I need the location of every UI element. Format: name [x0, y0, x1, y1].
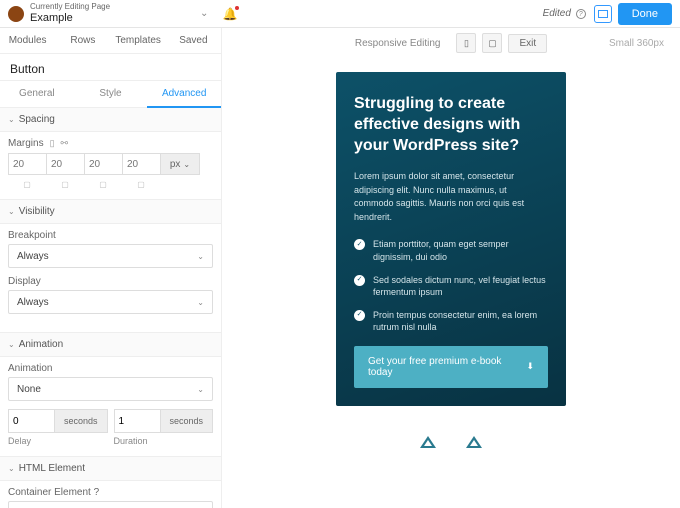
- layout-icon[interactable]: [594, 5, 612, 23]
- logo-icon: [420, 436, 436, 450]
- container-element-select[interactable]: <div>⌄: [8, 501, 213, 508]
- page-title-block[interactable]: Currently Editing Page Example: [30, 3, 110, 24]
- subtab-general[interactable]: General: [0, 81, 74, 107]
- link-icon[interactable]: ⚯: [61, 138, 69, 149]
- list-item: ✓Sed sodales dictum nunc, vel feugiat le…: [354, 274, 548, 299]
- container-element-label: Container Element ?: [8, 487, 213, 498]
- duration-label: Duration: [114, 436, 214, 446]
- animation-label: Animation: [8, 363, 213, 374]
- preview-bullets: ✓Etiam porttitor, quam eget semper digni…: [354, 238, 548, 334]
- chevron-down-icon: ⌄: [8, 115, 15, 124]
- edited-label: Edited ?: [543, 8, 586, 19]
- help-icon[interactable]: ?: [94, 487, 100, 498]
- settings-sidebar: Modules Rows Templates Saved Button Gene…: [0, 28, 222, 508]
- chevron-down-icon: ⌄: [8, 340, 15, 349]
- margin-right-input[interactable]: [46, 153, 84, 175]
- context-label: Currently Editing Page: [30, 3, 110, 12]
- notifications-icon[interactable]: 🔔: [222, 7, 237, 21]
- device-tablet-icon[interactable]: ▢: [482, 33, 502, 53]
- download-icon: ⬇: [526, 361, 534, 372]
- section-spacing[interactable]: ⌄Spacing: [0, 108, 221, 132]
- margin-left-input[interactable]: [122, 153, 160, 175]
- logo-icon: [466, 436, 482, 450]
- check-icon: ✓: [354, 310, 365, 321]
- section-animation[interactable]: ⌄Animation: [0, 333, 221, 357]
- tab-templates[interactable]: Templates: [111, 28, 166, 53]
- topbar: Currently Editing Page Example ⌄ 🔔 Edite…: [0, 0, 680, 28]
- animation-select[interactable]: None⌄: [8, 377, 213, 401]
- cta-button[interactable]: Get your free premium e-book today⬇: [354, 346, 548, 388]
- responsive-label: Responsive Editing: [355, 38, 441, 49]
- margin-top-input[interactable]: [8, 153, 46, 175]
- page-preview[interactable]: Struggling to create effective designs w…: [336, 72, 566, 406]
- chevron-down-icon: ⌄: [8, 464, 15, 473]
- chevron-down-icon: ⌄: [8, 207, 15, 216]
- margin-bottom-input[interactable]: [84, 153, 122, 175]
- delay-input[interactable]: [8, 409, 54, 433]
- tab-modules[interactable]: Modules: [0, 28, 55, 53]
- delay-unit: seconds: [54, 409, 108, 433]
- avatar[interactable]: [8, 6, 24, 22]
- delay-label: Delay: [8, 436, 108, 446]
- preview-lead: Lorem ipsum dolor sit amet, consectetur …: [354, 170, 548, 224]
- exit-button[interactable]: Exit: [508, 34, 547, 53]
- display-select[interactable]: Always⌄: [8, 290, 213, 314]
- chevron-down-icon[interactable]: ⌄: [200, 8, 208, 19]
- breakpoint-select[interactable]: Always⌄: [8, 244, 213, 268]
- viewport-size: Small 360px: [609, 38, 664, 49]
- subtab-advanced[interactable]: Advanced: [147, 81, 221, 108]
- duration-input[interactable]: [114, 409, 160, 433]
- margins-label-row: Margins ▯ ⚯: [8, 138, 213, 149]
- device-icon[interactable]: ▯: [50, 138, 55, 149]
- primary-tabs: Modules Rows Templates Saved: [0, 28, 221, 54]
- sub-tabs: General Style Advanced: [0, 81, 221, 108]
- module-title: Button: [0, 54, 221, 81]
- tab-saved[interactable]: Saved: [166, 28, 221, 53]
- section-html-element[interactable]: ⌄HTML Element: [0, 457, 221, 481]
- breakpoint-label: Breakpoint: [8, 230, 213, 241]
- check-icon: ✓: [354, 275, 365, 286]
- device-phone-icon[interactable]: ▯: [456, 33, 476, 53]
- preview-canvas: Responsive Editing ▯ ▢ Exit Small 360px …: [222, 28, 680, 508]
- list-item: ✓Proin tempus consectetur enim, ea lorem…: [354, 309, 548, 334]
- check-icon: ✓: [354, 239, 365, 250]
- margin-unit-select[interactable]: px⌄: [160, 153, 200, 175]
- help-icon[interactable]: ?: [576, 9, 586, 19]
- preview-headline: Struggling to create effective designs w…: [354, 94, 548, 156]
- done-button[interactable]: Done: [618, 3, 672, 25]
- duration-unit: seconds: [160, 409, 214, 433]
- page-name: Example: [30, 12, 110, 24]
- tab-rows[interactable]: Rows: [55, 28, 110, 53]
- logo-row: [336, 426, 566, 450]
- canvas-toolbar: Responsive Editing ▯ ▢ Exit Small 360px: [222, 28, 680, 58]
- list-item: ✓Etiam porttitor, quam eget semper digni…: [354, 238, 548, 263]
- display-label: Display: [8, 276, 213, 287]
- section-visibility[interactable]: ⌄Visibility: [0, 200, 221, 224]
- subtab-style[interactable]: Style: [74, 81, 148, 107]
